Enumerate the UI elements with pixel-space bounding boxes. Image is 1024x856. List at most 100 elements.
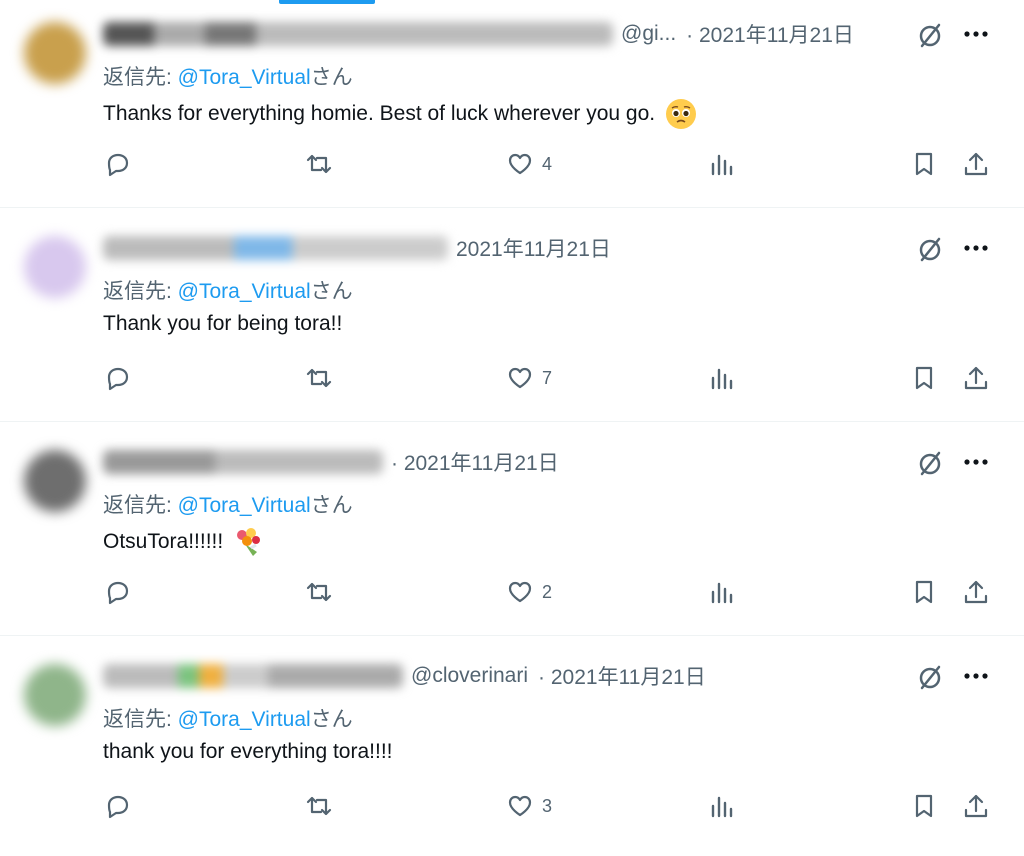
retweet-button[interactable] [305, 150, 333, 178]
like-count: 4 [542, 153, 553, 174]
tweet-actions: 3 [0, 792, 1024, 832]
divider [0, 635, 1024, 636]
avatar[interactable] [24, 664, 86, 726]
tweet-header: @cloverinari · 2021年11月21日 [103, 658, 706, 694]
like-button[interactable]: 4 [506, 150, 552, 178]
display-name-blurred[interactable] [103, 450, 383, 474]
reply-prefix: 返信先: [103, 494, 178, 517]
share-icon [964, 794, 988, 818]
like-icon [508, 795, 532, 817]
like-button[interactable]: 7 [506, 364, 552, 392]
retweet-button[interactable] [305, 364, 333, 392]
retweet-icon [306, 582, 332, 602]
tweet[interactable]: @gi... · 2021年11月21日 返信先: @Tora_Virtualさ… [0, 0, 1024, 214]
like-button[interactable]: 3 [506, 792, 552, 820]
tweet[interactable]: · 2021年11月21日 返信先: @Tora_Virtualさん OtsuT… [0, 428, 1024, 642]
ghost-slash-icon[interactable] [915, 448, 945, 478]
tweet-date[interactable]: · 2021年11月21日 [538, 661, 706, 691]
reply-to: 返信先: @Tora_Virtualさん [103, 489, 353, 519]
tweet-text: Thanks for everything homie. Best of luc… [103, 98, 697, 130]
ghost-slash-icon[interactable] [915, 662, 945, 692]
reply-button[interactable] [104, 364, 132, 392]
views-button[interactable] [708, 364, 736, 392]
reply-suffix: さん [310, 280, 353, 303]
reply-handle-link[interactable]: @Tora_Virtual [178, 66, 311, 89]
tweet-date[interactable]: 2021年11月21日 [456, 233, 611, 263]
views-icon [711, 796, 733, 818]
reply-suffix: さん [310, 66, 353, 89]
bookmark-button[interactable] [910, 792, 938, 820]
like-icon [508, 153, 532, 175]
avatar[interactable] [24, 22, 86, 84]
like-count: 7 [542, 367, 553, 388]
divider [0, 207, 1024, 208]
more-icon[interactable] [961, 447, 991, 477]
reply-button[interactable] [104, 792, 132, 820]
display-name-blurred[interactable] [103, 664, 403, 688]
tweet-date[interactable]: · 2021年11月21日 [686, 19, 854, 49]
bookmark-icon [915, 152, 933, 176]
share-icon [964, 152, 988, 176]
avatar[interactable] [24, 450, 86, 512]
reply-to: 返信先: @Tora_Virtualさん [103, 275, 353, 305]
tweet-actions: 4 [0, 150, 1024, 190]
bookmark-icon [915, 580, 933, 604]
avatar[interactable] [24, 236, 86, 298]
retweet-button[interactable] [305, 792, 333, 820]
tweet-header: · 2021年11月21日 [103, 444, 559, 480]
display-name-blurred[interactable] [103, 236, 448, 260]
ghost-slash-icon[interactable] [915, 20, 945, 50]
tweet[interactable]: 2021年11月21日 返信先: @Tora_Virtualさん Thank y… [0, 214, 1024, 428]
user-handle[interactable]: @cloverinari [411, 664, 528, 688]
user-handle[interactable]: @gi... [621, 22, 676, 46]
reply-icon [107, 581, 129, 605]
views-button[interactable] [708, 578, 736, 606]
more-icon[interactable] [961, 233, 991, 263]
share-button[interactable] [962, 150, 990, 178]
like-icon [508, 367, 532, 389]
share-icon [964, 580, 988, 604]
tweet-text: Thank you for being tora!! [103, 312, 342, 336]
divider [0, 421, 1024, 422]
tweet-text: thank you for everything tora!!!! [103, 740, 393, 764]
like-icon [508, 581, 532, 603]
tweet-date[interactable]: · 2021年11月21日 [391, 447, 559, 477]
more-icon[interactable] [961, 19, 991, 49]
reply-suffix: さん [310, 708, 353, 731]
reply-prefix: 返信先: [103, 280, 178, 303]
reply-handle-link[interactable]: @Tora_Virtual [178, 280, 311, 303]
views-button[interactable] [708, 150, 736, 178]
bookmark-button[interactable] [910, 150, 938, 178]
reply-handle-link[interactable]: @Tora_Virtual [178, 708, 311, 731]
views-icon [711, 582, 733, 604]
reply-button[interactable] [104, 150, 132, 178]
views-icon [711, 368, 733, 390]
pleading-face-icon [666, 99, 697, 129]
retweet-icon [306, 154, 332, 174]
tweet[interactable]: @cloverinari · 2021年11月21日 返信先: @Tora_Vi… [0, 642, 1024, 856]
reply-prefix: 返信先: [103, 708, 178, 731]
reply-handle-link[interactable]: @Tora_Virtual [178, 494, 311, 517]
display-name-blurred[interactable] [103, 22, 613, 46]
tweet-header: @gi... · 2021年11月21日 [103, 16, 854, 52]
share-button[interactable] [962, 364, 990, 392]
tweet-actions: 2 [0, 578, 1024, 618]
tweet-body: Thank you for being tora!! [103, 312, 343, 335]
reply-to: 返信先: @Tora_Virtualさん [103, 703, 353, 733]
reply-to: 返信先: @Tora_Virtualさん [103, 61, 353, 91]
like-button[interactable]: 2 [506, 578, 552, 606]
retweet-button[interactable] [305, 578, 333, 606]
tweet-body: thank you for everything tora!!!! [103, 740, 393, 763]
share-button[interactable] [962, 792, 990, 820]
views-button[interactable] [708, 792, 736, 820]
bookmark-button[interactable] [910, 578, 938, 606]
ghost-slash-icon[interactable] [915, 234, 945, 264]
bookmark-icon [915, 794, 933, 818]
bookmark-button[interactable] [910, 364, 938, 392]
bouquet-icon [237, 528, 261, 556]
reply-button[interactable] [104, 578, 132, 606]
tweet-text: OtsuTora!!!!!! [103, 526, 265, 558]
reply-icon [107, 795, 129, 819]
share-button[interactable] [962, 578, 990, 606]
more-icon[interactable] [961, 661, 991, 691]
